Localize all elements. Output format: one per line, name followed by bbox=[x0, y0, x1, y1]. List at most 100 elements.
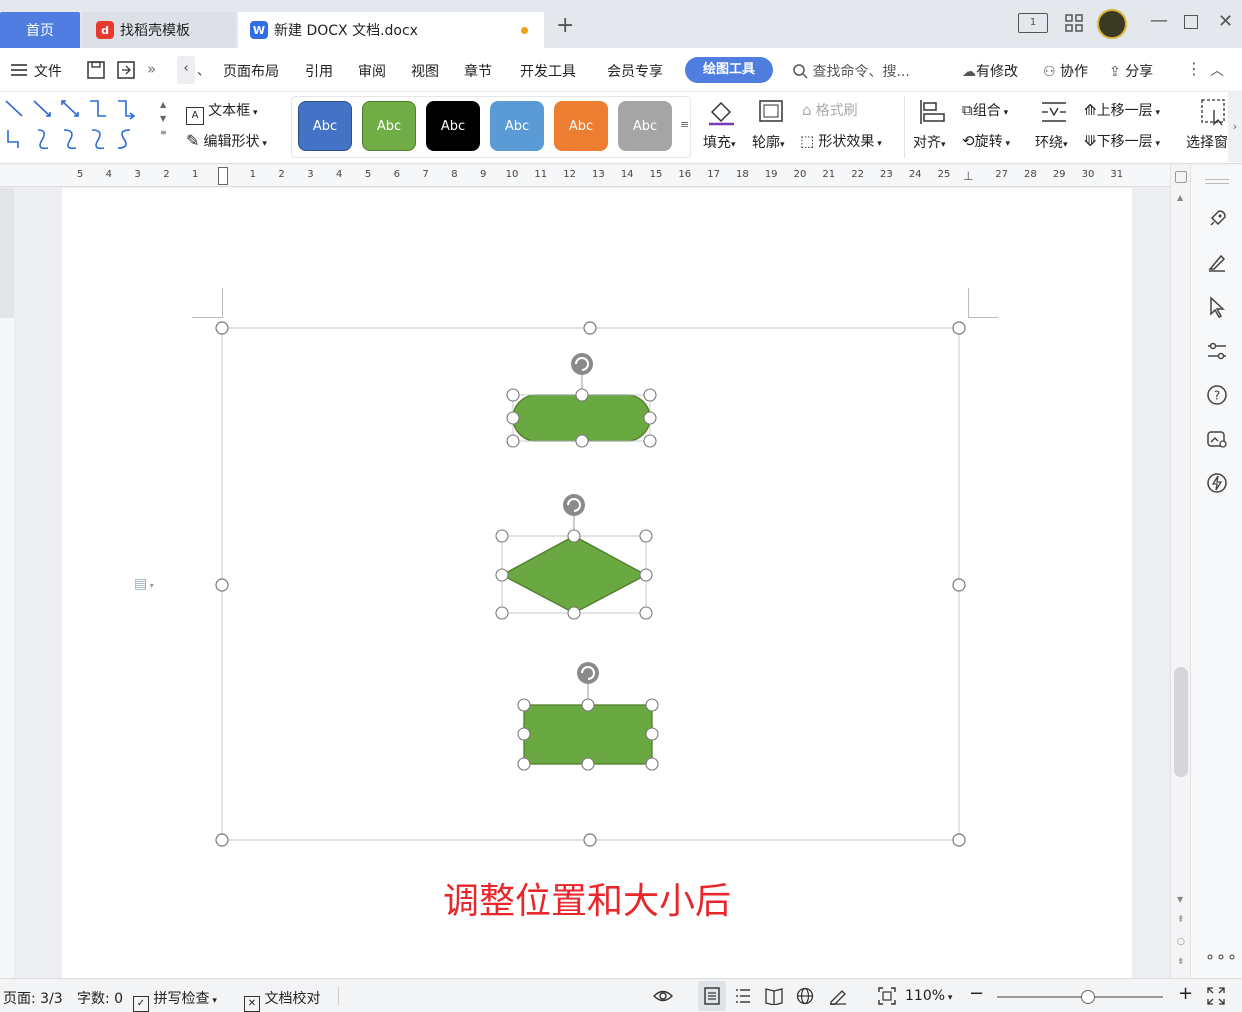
rotate-button[interactable]: ⟲旋转 ▾ bbox=[962, 131, 1010, 151]
zoom-level[interactable]: 110% ▾ bbox=[905, 988, 952, 1004]
tab-document[interactable]: W 新建 DOCX 文档.docx bbox=[238, 12, 544, 48]
word-count[interactable]: 字数: 0 bbox=[77, 988, 123, 1008]
left-indent-marker-icon[interactable] bbox=[218, 167, 228, 185]
menu-view[interactable]: 视图 bbox=[411, 61, 439, 81]
document-caption[interactable]: 调整位置和大小后 bbox=[372, 872, 802, 924]
save-icon[interactable] bbox=[86, 60, 106, 84]
outline-view-icon[interactable] bbox=[734, 987, 752, 1005]
scroll-up-icon[interactable]: ▲ bbox=[1177, 193, 1183, 202]
pen-icon[interactable] bbox=[1205, 251, 1229, 275]
line-shape-gallery[interactable] bbox=[2, 96, 158, 154]
spell-check-button[interactable]: ✓ 拼写检查 ▾ bbox=[133, 988, 217, 1012]
align-button[interactable]: 对齐▾ bbox=[913, 132, 946, 152]
maximize-icon[interactable] bbox=[1184, 15, 1198, 29]
shape-effect-button[interactable]: ⬚ 形状效果 ▾ bbox=[800, 131, 882, 151]
lightning-icon[interactable] bbox=[1205, 471, 1229, 495]
drawing-canvas[interactable] bbox=[62, 188, 1132, 978]
tab-home[interactable]: 首页 bbox=[0, 12, 80, 48]
web-view-icon[interactable] bbox=[796, 987, 814, 1005]
zoom-slider-thumb[interactable] bbox=[1081, 990, 1096, 1004]
shape-style-blue[interactable]: Abc bbox=[298, 101, 352, 151]
tab-template[interactable]: d 找稻壳模板 bbox=[82, 12, 236, 48]
pointer-icon[interactable] bbox=[1205, 295, 1229, 319]
help-icon[interactable]: ? bbox=[1205, 383, 1229, 407]
shape-style-orange[interactable]: Abc bbox=[554, 101, 608, 151]
shape-style-gray[interactable]: Abc bbox=[618, 101, 672, 151]
next-page-icon[interactable]: ⇟ bbox=[1177, 957, 1185, 967]
menu-page-layout[interactable]: 页面布局 bbox=[223, 61, 279, 81]
group-icon: ⧉ bbox=[962, 101, 973, 119]
fullscreen-icon[interactable] bbox=[1207, 987, 1225, 1005]
menu-file[interactable]: 文件 bbox=[34, 61, 62, 81]
document-page[interactable]: ▤ ▾ 调整位置和大小后 bbox=[62, 188, 1132, 978]
shape-style-black[interactable]: Abc bbox=[426, 101, 480, 151]
select-pane-button[interactable]: 选择窗 bbox=[1186, 132, 1228, 152]
scroll-left-icon[interactable]: ‹ bbox=[177, 56, 195, 84]
fit-page-icon[interactable] bbox=[878, 987, 896, 1005]
page-view-icon[interactable] bbox=[703, 987, 721, 1005]
minimize-icon[interactable]: — bbox=[1150, 10, 1168, 31]
process-rectangle-shape[interactable] bbox=[517, 662, 659, 771]
vertical-ruler[interactable] bbox=[0, 188, 14, 978]
prev-page-icon[interactable]: ⇞ bbox=[1177, 915, 1185, 925]
scroll-down-icon[interactable]: ▼ bbox=[1177, 895, 1183, 904]
document-canvas[interactable]: ▤ ▾ 调整位置和大小后 bbox=[14, 188, 1170, 978]
canvas-handle-w bbox=[215, 578, 229, 592]
gallery-scroll[interactable]: ▲ ▼ ≡ bbox=[160, 98, 167, 140]
menu-chapter[interactable]: 章节 bbox=[464, 61, 492, 81]
zoom-out-button[interactable]: − bbox=[969, 983, 984, 1004]
hamburger-icon[interactable] bbox=[10, 62, 28, 82]
ruler-toggle-icon[interactable] bbox=[1175, 171, 1187, 183]
decision-diamond-shape[interactable] bbox=[495, 494, 653, 620]
collapse-ribbon-icon[interactable]: ︿ bbox=[1210, 60, 1224, 80]
scroll-thumb[interactable] bbox=[1174, 667, 1188, 777]
shape-style-lightblue[interactable]: Abc bbox=[490, 101, 544, 151]
terminator-shape[interactable] bbox=[506, 353, 657, 448]
reading-layout-icon[interactable]: 1 bbox=[1018, 13, 1048, 33]
close-icon[interactable]: ✕ bbox=[1218, 11, 1233, 32]
textbox-button[interactable]: A 文本框 ▾ bbox=[186, 100, 258, 125]
select-browse-icon[interactable]: ○ bbox=[1177, 937, 1185, 947]
menu-review[interactable]: 审阅 bbox=[358, 61, 386, 81]
read-mode-icon[interactable] bbox=[764, 987, 784, 1005]
bring-forward-button[interactable]: ⟰上移一层 ▾ bbox=[1084, 100, 1160, 120]
vertical-scrollbar[interactable]: ▲ ▼ ⇞ ○ ⇟ bbox=[1170, 165, 1190, 978]
group-button[interactable]: ⧉组合 ▾ bbox=[962, 100, 1008, 120]
shape-style-green[interactable]: Abc bbox=[362, 101, 416, 151]
image-edit-icon[interactable] bbox=[1205, 427, 1229, 451]
new-tab-button[interactable]: + bbox=[556, 15, 574, 37]
menu-developer[interactable]: 开发工具 bbox=[520, 61, 576, 81]
eye-protection-icon[interactable] bbox=[652, 987, 674, 1005]
share-button[interactable]: ⇪ 分享 bbox=[1109, 61, 1153, 81]
send-backward-button[interactable]: ⟱下移一层 ▾ bbox=[1084, 131, 1160, 151]
more-chevron-icon[interactable]: » bbox=[147, 60, 156, 78]
more-icon[interactable]: ∘∘∘ bbox=[1205, 947, 1238, 966]
proofread-button[interactable]: ✕ 文档校对 bbox=[244, 988, 320, 1012]
menu-member[interactable]: 会员专享 bbox=[607, 61, 663, 81]
outline-button[interactable]: 轮廓▾ bbox=[752, 132, 785, 152]
command-search[interactable]: 查找命令、搜... bbox=[792, 61, 910, 81]
menu-references[interactable]: 引用 bbox=[305, 61, 333, 81]
user-avatar[interactable] bbox=[1097, 9, 1127, 39]
page-indicator[interactable]: 页面: 3/3 bbox=[3, 988, 63, 1008]
zoom-slider[interactable] bbox=[997, 990, 1163, 1004]
wrap-button[interactable]: 环绕▾ bbox=[1035, 132, 1068, 152]
fill-button[interactable]: 填充▾ bbox=[703, 132, 736, 152]
more-options-icon[interactable]: ⋮ bbox=[1186, 59, 1202, 78]
horizontal-ruler[interactable]: 5 4 3 2 1 1 2 3 4 5 6 7 8 9 10 11 12 13 14 15 16 17 18 19 20 21 22… bbox=[0, 165, 1170, 187]
sliders-icon[interactable] bbox=[1205, 339, 1229, 363]
edit-shape-button[interactable]: ✎ 编辑形状 ▾ bbox=[186, 131, 267, 151]
ribbon-scroll-right-icon[interactable]: › bbox=[1228, 92, 1242, 162]
format-painter-button[interactable]: ⌂ 格式刷 bbox=[802, 100, 858, 120]
export-pdf-icon[interactable] bbox=[116, 60, 136, 84]
right-indent-marker-icon[interactable]: ⊥ bbox=[963, 169, 973, 183]
style-gallery-more-icon[interactable]: ≡ bbox=[680, 118, 689, 131]
rocket-icon[interactable] bbox=[1205, 207, 1229, 231]
zoom-in-button[interactable]: + bbox=[1178, 983, 1193, 1004]
collaborate-button[interactable]: ⚇ 协作 bbox=[1043, 61, 1088, 81]
menu-drawing-tools[interactable]: 绘图工具 bbox=[685, 57, 773, 83]
apps-grid-icon[interactable] bbox=[1064, 13, 1084, 37]
modified-button[interactable]: ☁有修改 bbox=[962, 61, 1018, 81]
select-pane-label: 选择窗 bbox=[1186, 135, 1228, 151]
writing-mode-icon[interactable] bbox=[828, 987, 848, 1005]
